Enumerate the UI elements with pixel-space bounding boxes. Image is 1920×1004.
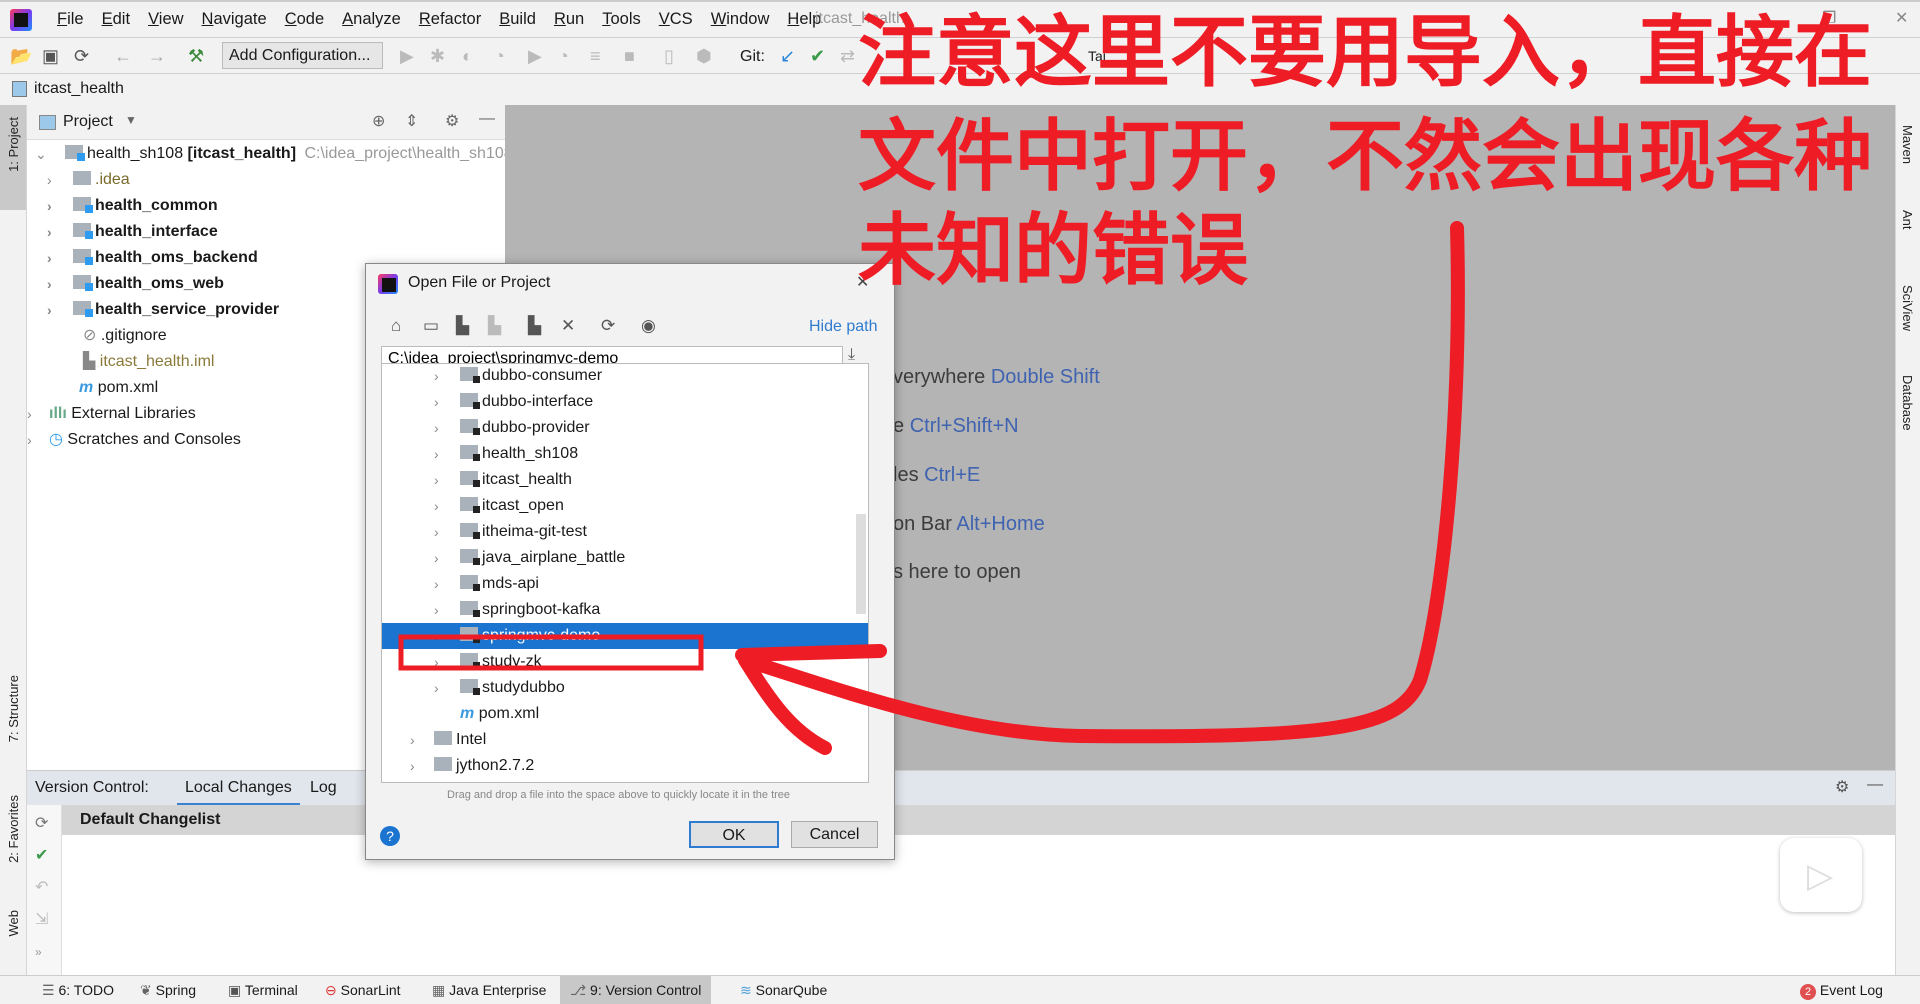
arrow-shaft xyxy=(738,221,1465,744)
highlight-box xyxy=(398,634,704,671)
annotation-arrow xyxy=(398,221,1465,755)
